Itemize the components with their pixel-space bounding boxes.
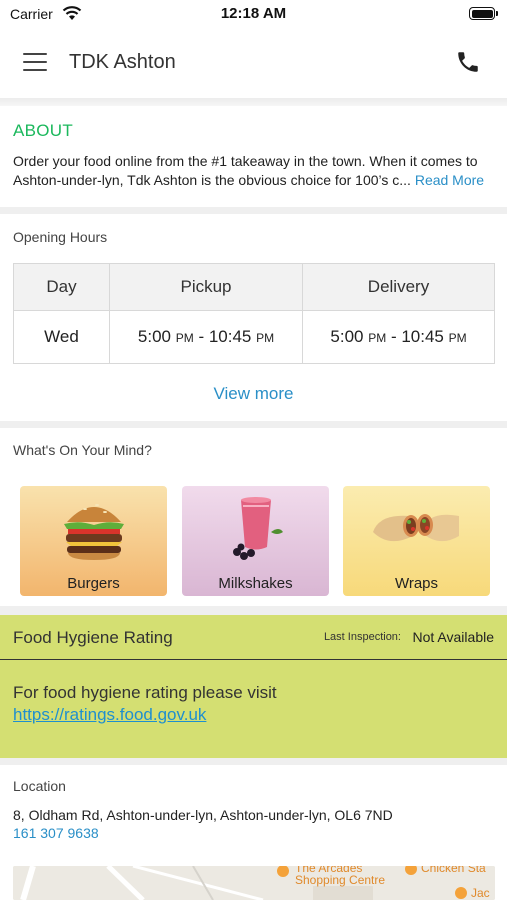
category-milkshakes[interactable]: Milkshakes xyxy=(182,486,329,596)
header-pickup: Pickup xyxy=(109,263,303,311)
status-time: 12:18 AM xyxy=(220,5,287,22)
milkshake-icon xyxy=(232,497,283,560)
battery-icon xyxy=(469,7,498,20)
read-more-link[interactable]: Read More xyxy=(415,172,484,188)
opening-hours-table: Day Pickup Delivery Wed 5:00 PM - 10:45 … xyxy=(13,263,495,364)
categories-label: What's On Your Mind? xyxy=(13,442,152,458)
delivery-sep: - xyxy=(386,327,402,346)
location-map[interactable]: The Arcades Shopping Centre Chicken Sta … xyxy=(13,866,495,900)
status-bar: Carrier 12:18 AM xyxy=(0,0,507,28)
hygiene-link[interactable]: https://ratings.food.gov.uk xyxy=(13,704,277,726)
delivery-end-ampm: PM xyxy=(448,331,467,345)
hygiene-message: For food hygiene rating please visit xyxy=(13,683,277,702)
view-more-link[interactable]: View more xyxy=(0,384,507,404)
divider xyxy=(0,606,507,615)
divider xyxy=(0,421,507,428)
map-label: Chicken Sta xyxy=(421,866,486,875)
inspection-label: Last Inspection: xyxy=(323,631,401,643)
hygiene-section: Food Hygiene Rating Last Inspection: Not… xyxy=(0,615,507,758)
pickup-sep: - xyxy=(193,327,209,346)
delivery-end: 10:45 xyxy=(401,327,444,346)
location-phone-link[interactable]: 161 307 9638 xyxy=(13,825,99,841)
category-label: Burgers xyxy=(67,575,120,592)
hygiene-text: For food hygiene rating please visit htt… xyxy=(13,682,277,726)
about-line-2: Ashton-under-lyn, Tdk Ashton is the obvi… xyxy=(13,171,498,190)
nav-shadow xyxy=(0,98,507,106)
delivery-start: 5:00 xyxy=(330,327,364,346)
cell-day: Wed xyxy=(13,310,110,364)
pickup-end: 10:45 xyxy=(208,327,252,346)
cell-pickup: 5:00 PM - 10:45 PM xyxy=(109,310,303,364)
location-address: 8, Oldham Rd, Ashton-under-lyn, Ashton-u… xyxy=(13,807,393,823)
map-label: Jac xyxy=(471,886,490,900)
page-title: TDK Ashton xyxy=(69,51,176,73)
phone-icon[interactable] xyxy=(455,49,481,75)
wrap-icon xyxy=(372,514,459,542)
pickup-start-ampm: PM xyxy=(175,331,194,345)
table-header-row: Day Pickup Delivery xyxy=(13,263,495,311)
category-wraps[interactable]: Wraps xyxy=(343,486,490,596)
inspection-value: Not Available xyxy=(412,629,494,645)
pickup-end-ampm: PM xyxy=(256,331,275,345)
about-line-1: Order your food online from the #1 takea… xyxy=(13,153,478,169)
cell-delivery: 5:00 PM - 10:45 PM xyxy=(302,310,495,364)
divider xyxy=(0,758,507,765)
table-row: Wed 5:00 PM - 10:45 PM 5:00 PM - 10:45 P… xyxy=(13,310,495,364)
burger-icon xyxy=(63,504,124,560)
delivery-start-ampm: PM xyxy=(368,331,387,345)
about-title: ABOUT xyxy=(13,121,74,140)
location-label: Location xyxy=(13,778,66,794)
about-text: Order your food online from the #1 takea… xyxy=(13,152,498,190)
opening-hours-label: Opening Hours xyxy=(13,229,108,245)
divider xyxy=(0,207,507,214)
pickup-start: 5:00 xyxy=(137,327,171,346)
map-label: Shopping Centre xyxy=(295,873,386,887)
hygiene-title: Food Hygiene Rating xyxy=(13,628,173,647)
category-label: Milkshakes xyxy=(218,575,293,592)
header-day: Day xyxy=(13,263,110,311)
category-label: Wraps xyxy=(394,575,439,592)
hygiene-header: Food Hygiene Rating Last Inspection: Not… xyxy=(0,615,507,660)
category-burgers[interactable]: Burgers xyxy=(20,486,167,596)
nav-bar: TDK Ashton xyxy=(0,28,507,98)
header-delivery: Delivery xyxy=(302,263,495,311)
about-line-2-text: Ashton-under-lyn, Tdk Ashton is the obvi… xyxy=(13,172,411,188)
hamburger-icon[interactable] xyxy=(23,53,47,71)
